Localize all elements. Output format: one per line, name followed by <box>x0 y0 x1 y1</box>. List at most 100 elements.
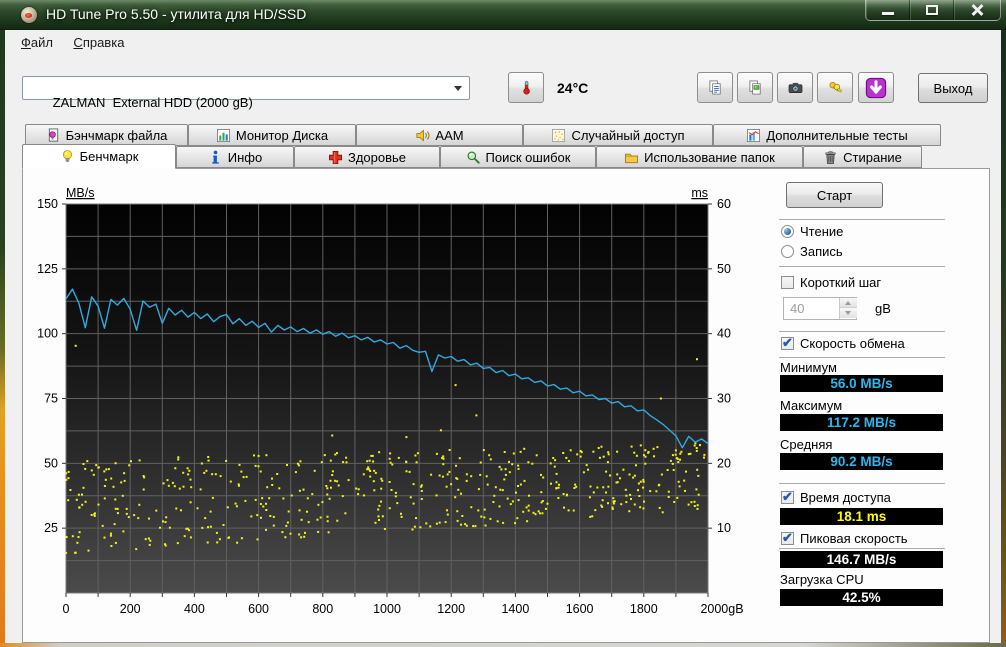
svg-text:125: 125 <box>37 262 58 276</box>
svg-text:20: 20 <box>717 456 731 470</box>
short-stroke-stepper[interactable]: 40 <box>783 297 857 320</box>
tab-disk-monitor[interactable]: Монитор Диска <box>188 124 356 146</box>
tab-health[interactable]: Здоровье <box>294 146 440 168</box>
tab-label: AAM <box>435 127 464 143</box>
copy-text-button[interactable] <box>697 72 733 103</box>
start-button-label: Старт <box>816 187 853 203</box>
separator <box>779 483 945 484</box>
short-stroke-checkbox[interactable] <box>781 276 794 289</box>
checkbox-mark: ✔ <box>782 489 793 504</box>
svg-text:1600: 1600 <box>566 602 594 616</box>
write-radio-row[interactable]: Запись <box>781 244 843 259</box>
access-time-row[interactable]: ✔ Время доступа <box>781 489 891 505</box>
short-stroke-row[interactable]: Короткий шаг <box>781 275 881 290</box>
benchmark-bulb-icon <box>62 150 72 162</box>
file-benchmark-icon <box>48 128 58 142</box>
temperature-button[interactable] <box>508 72 544 103</box>
burst-rate-label: Пиковая скорость <box>800 531 908 546</box>
minimize-icon <box>882 12 894 15</box>
gb-unit-label: gB <box>875 301 891 316</box>
menu-help[interactable]: Справка <box>73 35 124 50</box>
burst-rate-checkbox[interactable]: ✔ <box>781 530 794 545</box>
burst-rate-value: 146.7 MB/s <box>780 551 943 568</box>
checkbox-mark: ✔ <box>782 530 793 545</box>
tab-extra-tests[interactable]: Дополнительные тесты <box>713 124 941 146</box>
minimize-button[interactable] <box>866 0 910 20</box>
copy-text-icon <box>709 80 721 95</box>
screenshot-button[interactable] <box>777 72 813 103</box>
svg-text:1200: 1200 <box>437 602 465 616</box>
tab-aam[interactable]: AAM <box>356 124 523 146</box>
menu-file[interactable]: Файл <box>21 35 53 50</box>
average-label: Средняя <box>780 437 833 452</box>
extra-tests-icon <box>747 128 761 142</box>
separator <box>779 266 945 267</box>
tab-erase[interactable]: Стирание <box>803 146 922 168</box>
down-arrow-button[interactable] <box>858 72 894 103</box>
maximize-button[interactable] <box>910 0 954 20</box>
read-radio-row[interactable]: Чтение <box>781 224 843 239</box>
stepper-buttons <box>839 298 857 319</box>
svg-text:50: 50 <box>44 456 58 470</box>
tab-info[interactable]: Инфо <box>176 146 294 168</box>
drive-select-value: ZALMAN External HDD (2000 gB) <box>52 95 253 110</box>
svg-text:1400: 1400 <box>501 602 529 616</box>
start-button[interactable]: Старт <box>786 182 883 208</box>
stepper-up-button[interactable] <box>840 298 857 308</box>
exit-button[interactable]: Выход <box>918 73 988 103</box>
cpu-usage-value: 42.5% <box>780 589 943 606</box>
close-button[interactable] <box>954 0 1000 20</box>
tab-label: Использование папок <box>644 149 775 165</box>
tab-label: Монитор Диска <box>235 127 329 143</box>
tab-label: Бенчмарк <box>79 149 139 164</box>
benchmark-page: 150 125 100 75 50 25 60 50 40 30 20 10 MB/s ms 0 200 400… <box>22 168 990 643</box>
tab-label: Дополнительные тесты <box>766 127 908 143</box>
magnifier-icon <box>467 150 480 164</box>
svg-text:200: 200 <box>120 602 141 616</box>
tab-error-scan[interactable]: Поиск ошибок <box>440 146 596 168</box>
tab-random-access[interactable]: Случайный доступ <box>523 124 713 146</box>
svg-text:10: 10 <box>717 521 731 535</box>
svg-text:30: 30 <box>717 392 731 406</box>
transfer-rate-row[interactable]: ✔ Скорость обмена <box>781 335 905 351</box>
temperature-value: 24°C <box>557 80 589 96</box>
read-radio[interactable] <box>781 225 794 238</box>
stepper-down-button[interactable] <box>840 308 857 318</box>
app-window: HD Tune Pro 5.50 - утилита для HD/SSD Фа… <box>0 0 1006 647</box>
exit-button-label: Выход <box>933 80 973 96</box>
down-arrow-icon <box>865 77 887 98</box>
thermometer-icon <box>522 81 530 95</box>
copy-image-button[interactable] <box>737 72 773 103</box>
tab-label: Стирание <box>843 149 902 165</box>
write-radio-label: Запись <box>800 244 843 259</box>
benchmark-chart: 150 125 100 75 50 25 60 50 40 30 20 10 MB/s ms 0 200 400… <box>37 186 743 616</box>
speaker-icon <box>416 129 430 141</box>
title-bar[interactable]: HD Tune Pro 5.50 - утилита для HD/SSD <box>0 0 1006 30</box>
random-access-icon <box>552 128 566 142</box>
disk-monitor-icon <box>216 128 230 142</box>
maximize-icon <box>926 5 938 15</box>
tab-file-benchmark[interactable]: Бэнчмарк файла <box>25 124 188 146</box>
tab-folder-usage[interactable]: Использование папок <box>596 146 803 168</box>
transfer-rate-checkbox[interactable]: ✔ <box>781 335 794 350</box>
svg-text:2000gB: 2000gB <box>700 602 743 616</box>
svg-text:600: 600 <box>248 602 269 616</box>
write-radio[interactable] <box>781 245 794 258</box>
separator <box>779 357 945 358</box>
access-time-checkbox[interactable]: ✔ <box>781 489 794 504</box>
window-title: HD Tune Pro 5.50 - утилита для HD/SSD <box>46 6 307 22</box>
health-cross-icon <box>328 150 342 164</box>
average-value: 90.2 MB/s <box>780 453 943 470</box>
options-button[interactable] <box>817 72 853 103</box>
svg-text:25: 25 <box>44 521 58 535</box>
drive-select-combobox[interactable]: ZALMAN External HDD (2000 gB) <box>22 76 470 110</box>
svg-text:ms: ms <box>691 186 708 200</box>
svg-text:1800: 1800 <box>630 602 658 616</box>
folder-icon <box>625 153 639 163</box>
svg-text:MB/s: MB/s <box>66 186 94 200</box>
svg-text:1000: 1000 <box>373 602 401 616</box>
info-icon <box>211 150 219 164</box>
burst-rate-row[interactable]: ✔ Пиковая скорость <box>781 530 908 546</box>
tab-benchmark[interactable]: Бенчмарк <box>22 144 176 169</box>
minimum-label: Минимум <box>780 360 837 375</box>
